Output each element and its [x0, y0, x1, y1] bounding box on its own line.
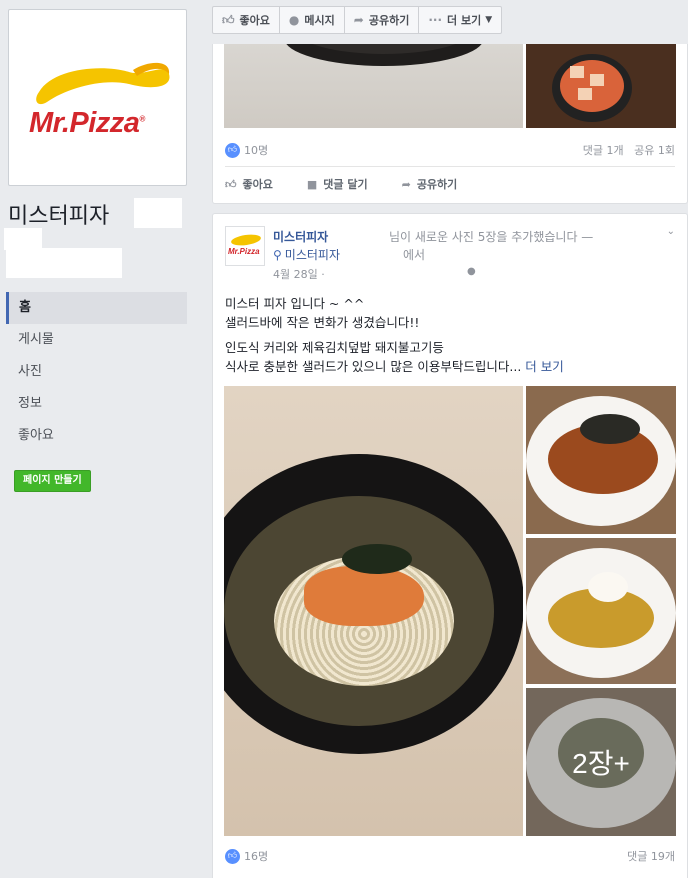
- post-author[interactable]: 미스터피자: [273, 228, 328, 245]
- share-page-button[interactable]: ➦ 공유하기: [343, 6, 420, 34]
- location-suffix: 에서: [403, 248, 426, 262]
- message-button[interactable]: ● 메시지: [278, 6, 345, 34]
- post-line-last: 식사로 충분한 샐러드가 있으니 많은 이용부탁드립니다... 더 보기: [225, 357, 675, 376]
- like-reaction-icon: 👍︎: [225, 142, 240, 158]
- seaweed-topping: [580, 414, 640, 444]
- post-line: 식사로 충분한 샐러드가 있으니 많은 이용부탁드립니다...: [225, 359, 522, 374]
- globe-icon: ●: [467, 266, 476, 277]
- thumbs-up-icon: 👍︎: [222, 12, 235, 27]
- comment-label: 댓글 달기: [323, 178, 368, 191]
- thumbs-up-icon: 👍︎: [225, 177, 237, 191]
- logo-swoosh-icon: [36, 62, 170, 105]
- nav-item-home[interactable]: 홈: [6, 292, 187, 324]
- share-icon: ➦: [353, 13, 364, 27]
- like-count[interactable]: 👍︎ 16명: [225, 848, 268, 864]
- comment-count[interactable]: 댓글 1개: [583, 144, 624, 157]
- redacted-block: [6, 248, 122, 278]
- share-icon: ➦: [401, 177, 411, 191]
- comment-icon: ■: [306, 177, 318, 191]
- tofu: [578, 88, 592, 100]
- avatar[interactable]: Mr.Pizza: [225, 226, 265, 266]
- nav-item-about[interactable]: 정보: [6, 388, 187, 420]
- create-page-button[interactable]: 페이지 만들기: [14, 470, 91, 492]
- page-nav: 홈 게시물 사진 정보 좋아요: [6, 292, 187, 452]
- like-post-button[interactable]: 👍︎ 좋아요: [225, 176, 273, 192]
- redacted-block: [4, 228, 42, 250]
- avatar-logo-text: Mr.Pizza: [228, 247, 260, 256]
- share-count[interactable]: 공유 1회: [634, 144, 675, 157]
- share-page-label: 공유하기: [368, 14, 410, 27]
- like-reaction-icon: 👍︎: [225, 848, 240, 864]
- like-page-button[interactable]: 👍︎ 좋아요: [212, 6, 280, 34]
- post-actions: 👍︎ 좋아요 ■ 댓글 달기 ➦ 공유하기: [225, 176, 491, 192]
- tofu: [590, 74, 604, 86]
- post-line: 샐러드바에 작은 변화가 생겼습니다!!: [225, 315, 420, 330]
- nav-item-likes[interactable]: 좋아요: [6, 420, 187, 452]
- message-icon: ●: [288, 13, 300, 27]
- redacted-block: [134, 198, 182, 228]
- chevron-down-icon[interactable]: ⌄: [667, 226, 675, 237]
- post-photo[interactable]: [526, 538, 676, 684]
- comment-button[interactable]: ■ 댓글 달기: [307, 176, 368, 192]
- post-photo[interactable]: [526, 44, 676, 128]
- nav-item-photos[interactable]: 사진: [6, 356, 187, 388]
- like-count[interactable]: 👍︎ 10명: [225, 142, 268, 158]
- logo-swoosh-icon: [230, 232, 262, 248]
- divider: [225, 166, 675, 167]
- post-body: 미스터 피자 입니다 ~ ^^ 샐러드바에 작은 변화가 생겼습니다!! 인도식…: [225, 294, 675, 376]
- post-line: 인도식 커리와 제육김치덮밥 돼지불고기등: [225, 340, 444, 355]
- like-post-label: 좋아요: [242, 178, 273, 191]
- post-photo-main[interactable]: [224, 386, 523, 836]
- page-action-bar: 👍︎ 좋아요 ● 메시지 ➦ 공유하기 ··· 더 보기 ▼: [212, 6, 503, 34]
- share-post-label: 공유하기: [416, 178, 458, 191]
- post-photo[interactable]: [224, 44, 523, 128]
- kimchi-topping: [304, 566, 424, 626]
- message-label: 메시지: [304, 14, 335, 27]
- logo-text: Mr.Pizza®: [29, 107, 145, 139]
- see-more-link[interactable]: 더 보기: [525, 359, 563, 374]
- left-column: Mr.Pizza® 미스터피자 홈 게시물 사진 정보 좋아요 페이지 만들기: [0, 0, 200, 878]
- nav-item-posts[interactable]: 게시물: [6, 324, 187, 356]
- post-photo-more[interactable]: 2장+: [526, 688, 676, 836]
- post-stats: 👍︎ 10명 댓글 1개 공유 1회: [225, 142, 675, 158]
- ellipsis-icon: ···: [428, 13, 443, 27]
- more-button[interactable]: ··· 더 보기 ▼: [418, 6, 503, 34]
- location-label: 미스터피자: [284, 248, 340, 262]
- post-line: 미스터 피자 입니다 ~ ^^: [225, 296, 365, 311]
- rice: [588, 572, 628, 602]
- tofu: [570, 66, 584, 78]
- share-post-button[interactable]: ➦ 공유하기: [402, 176, 458, 192]
- like-page-label: 좋아요: [239, 14, 270, 27]
- like-count-text: 16명: [244, 850, 269, 863]
- page-title[interactable]: 미스터피자: [8, 198, 109, 230]
- comment-count[interactable]: 댓글 19개: [627, 848, 675, 864]
- location-pin-icon: ⚲: [273, 248, 282, 262]
- post-card: 👍︎ 10명 댓글 1개 공유 1회 👍︎ 좋아요 ■ 댓글 달기 ➦ 공유하기: [212, 44, 688, 204]
- caret-down-icon: ▼: [485, 15, 493, 25]
- page-profile-picture[interactable]: Mr.Pizza®: [8, 9, 187, 186]
- post-card: Mr.Pizza 미스터피자 님이 새로운 사진 5장을 추가했습니다 — ⚲ 미…: [212, 213, 688, 878]
- post-action-text: 님이 새로운 사진 5장을 추가했습니다 —: [389, 230, 594, 244]
- more-photos-overlay[interactable]: 2장+: [526, 688, 676, 836]
- post-photo[interactable]: [526, 386, 676, 534]
- more-label: 더 보기: [447, 14, 482, 27]
- like-count-text: 10명: [244, 144, 269, 157]
- logo: Mr.Pizza®: [11, 12, 184, 183]
- post-location[interactable]: ⚲ 미스터피자: [273, 246, 340, 263]
- seaweed-topping: [342, 544, 412, 574]
- post-timestamp[interactable]: 4월 28일 ·: [273, 266, 325, 282]
- comment-share-count: 댓글 1개 공유 1회: [583, 142, 675, 158]
- post-stats: 👍︎ 16명 댓글 19개: [225, 848, 675, 864]
